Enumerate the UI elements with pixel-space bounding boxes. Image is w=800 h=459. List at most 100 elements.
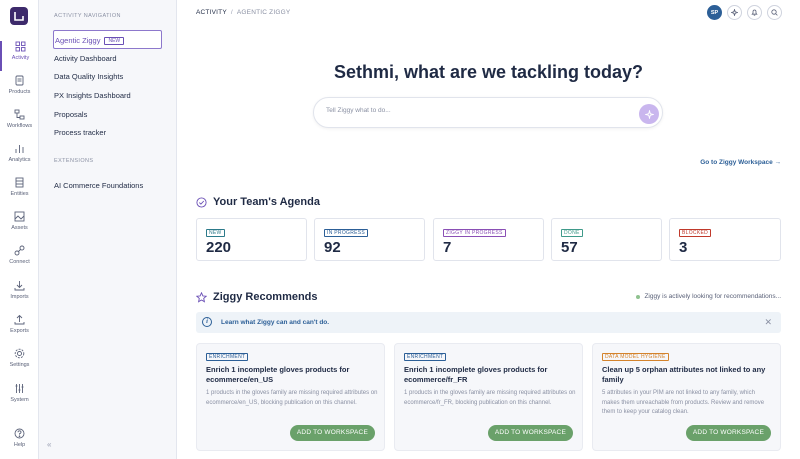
top-bar-actions: SP bbox=[707, 5, 782, 20]
star-icon bbox=[196, 291, 207, 303]
analytics-icon bbox=[15, 145, 24, 153]
stat-value: 7 bbox=[443, 239, 452, 256]
rail-item-workflows[interactable]: Workflows bbox=[0, 109, 39, 139]
rail-item-settings[interactable]: Settings bbox=[0, 348, 39, 378]
stat-card-new[interactable]: NEW 220 bbox=[196, 218, 307, 261]
sparkle-button[interactable] bbox=[727, 5, 742, 20]
stat-card-done[interactable]: DONE 57 bbox=[551, 218, 662, 261]
breadcrumb-activity[interactable]: ACTIVITY bbox=[196, 9, 227, 16]
nav-link-data-quality-insights[interactable]: Data Quality Insights bbox=[54, 72, 123, 81]
app-logo[interactable] bbox=[10, 7, 28, 25]
bell-icon bbox=[751, 9, 758, 16]
learn-ziggy-link[interactable]: Learn what Ziggy can and can't do. bbox=[221, 319, 329, 326]
rail-label: Help bbox=[13, 442, 26, 448]
add-to-workspace-button[interactable]: ADD TO WORKSPACE bbox=[487, 425, 573, 441]
card-title: Clean up 5 orphan attributes not linked … bbox=[602, 365, 766, 384]
nav-link-proposals[interactable]: Proposals bbox=[54, 110, 87, 119]
rail-label: Assets bbox=[11, 225, 28, 231]
rail-item-assets[interactable]: Assets bbox=[0, 211, 39, 241]
ziggy-prompt-box bbox=[313, 97, 663, 128]
rail-item-help[interactable]: Help bbox=[0, 428, 39, 458]
help-icon bbox=[14, 428, 25, 439]
info-icon: i bbox=[202, 317, 212, 327]
breadcrumb-separator: / bbox=[230, 9, 233, 16]
nav-link-activity-dashboard[interactable]: Activity Dashboard bbox=[54, 54, 117, 63]
new-badge: NEW bbox=[104, 37, 125, 45]
rail-item-imports[interactable]: Imports bbox=[0, 280, 39, 310]
nav-link-px-insights-dashboard[interactable]: PX Insights Dashboard bbox=[54, 91, 131, 100]
status-dot-icon bbox=[636, 294, 641, 299]
stat-value: 3 bbox=[679, 239, 688, 256]
stat-label: DONE bbox=[561, 229, 583, 237]
ziggy-prompt-input[interactable] bbox=[326, 107, 626, 114]
recommendation-card: DATA MODEL HYGIENE Clean up 5 orphan att… bbox=[592, 343, 781, 451]
rail-item-exports[interactable]: Exports bbox=[0, 314, 39, 344]
collapse-sidebar-button[interactable]: « bbox=[47, 440, 51, 449]
nav-link-ai-commerce-foundations[interactable]: AI Commerce Foundations bbox=[54, 181, 143, 190]
search-icon bbox=[771, 9, 778, 16]
section-title-activity-navigation: ACTIVITY NAVIGATION bbox=[54, 13, 121, 19]
agenda-title: Your Team's Agenda bbox=[213, 196, 320, 208]
rail-label: Analytics bbox=[8, 157, 31, 163]
sparkle-send-icon bbox=[644, 109, 654, 119]
stat-card-blocked[interactable]: BLOCKED 3 bbox=[669, 218, 781, 261]
close-banner-button[interactable]: ✕ bbox=[764, 317, 772, 327]
card-description: 1 products in the gloves family are miss… bbox=[206, 390, 378, 406]
recommend-header: Ziggy Recommends bbox=[196, 291, 318, 303]
card-description: 5 attributes in your PIM are not linked … bbox=[602, 390, 765, 415]
nav-link-agentic-ziggy[interactable]: Agentic Ziggy NEW bbox=[53, 30, 162, 49]
rail-label: System bbox=[10, 397, 29, 403]
entities-icon bbox=[15, 177, 24, 188]
ziggy-status: Ziggy is actively looking for recommenda… bbox=[636, 293, 781, 300]
breadcrumb-current: AGENTIC ZIGGY bbox=[236, 9, 291, 16]
grid-icon bbox=[15, 41, 26, 52]
recommendation-card: ENRICHMENT Enrich 1 incomplete gloves pr… bbox=[394, 343, 583, 451]
assets-icon bbox=[14, 211, 25, 222]
agenda-header: Your Team's Agenda bbox=[196, 196, 320, 208]
rail-item-analytics[interactable]: Analytics bbox=[0, 143, 39, 173]
check-circle-icon bbox=[196, 196, 207, 208]
section-title-extensions: EXTENSIONS bbox=[54, 158, 94, 164]
add-to-workspace-button[interactable]: ADD TO WORKSPACE bbox=[289, 425, 375, 441]
nav-link-process-tracker[interactable]: Process tracker bbox=[54, 128, 106, 137]
send-prompt-button[interactable] bbox=[639, 104, 659, 124]
rail-label: Workflows bbox=[6, 123, 33, 129]
stat-label: IN PROGRESS bbox=[324, 229, 369, 237]
logo-mark-icon bbox=[14, 12, 24, 21]
card-tag: DATA MODEL HYGIENE bbox=[602, 353, 669, 361]
settings-icon bbox=[14, 348, 25, 359]
nav-link-label: Agentic Ziggy bbox=[55, 36, 101, 45]
stat-value: 220 bbox=[206, 239, 232, 256]
rail-item-entities[interactable]: Entities bbox=[0, 177, 39, 207]
main-content: ACTIVITY / AGENTIC ZIGGY SP Sethmi, what a… bbox=[177, 0, 800, 459]
rail-label: Settings bbox=[9, 362, 30, 368]
stat-card-ziggy-in-progress[interactable]: ZIGGY IN PROGRESS 7 bbox=[433, 218, 544, 261]
icon-rail: Activity Products Workflows Analytics En… bbox=[0, 0, 39, 459]
recommend-title: Ziggy Recommends bbox=[213, 291, 318, 303]
stat-card-in-progress[interactable]: IN PROGRESS 92 bbox=[314, 218, 425, 261]
rail-label: Imports bbox=[10, 294, 29, 300]
rail-item-activity[interactable]: Activity bbox=[0, 41, 39, 71]
ziggy-status-text: Ziggy is actively looking for recommenda… bbox=[644, 293, 781, 300]
exports-icon bbox=[14, 314, 25, 325]
secondary-nav: ACTIVITY NAVIGATION Agentic Ziggy NEW Act… bbox=[39, 0, 177, 459]
stat-label: ZIGGY IN PROGRESS bbox=[443, 229, 506, 237]
go-to-ziggy-workspace-link[interactable]: Go to Ziggy Workspace → bbox=[700, 159, 781, 166]
stat-label: NEW bbox=[206, 229, 225, 237]
products-icon bbox=[15, 75, 24, 86]
notifications-button[interactable] bbox=[747, 5, 762, 20]
sparkle-icon bbox=[731, 9, 738, 16]
rail-label: Exports bbox=[10, 328, 29, 334]
imports-icon bbox=[14, 281, 25, 291]
workflows-icon bbox=[14, 109, 25, 120]
search-button[interactable] bbox=[767, 5, 782, 20]
add-to-workspace-button[interactable]: ADD TO WORKSPACE bbox=[685, 425, 771, 441]
user-avatar[interactable]: SP bbox=[707, 5, 722, 20]
rail-item-connect[interactable]: Connect bbox=[0, 245, 39, 275]
rail-item-products[interactable]: Products bbox=[0, 75, 39, 105]
connect-icon bbox=[14, 245, 25, 256]
rail-item-system[interactable]: System bbox=[0, 383, 39, 413]
rail-label: Connect bbox=[9, 259, 30, 265]
rail-label: Activity bbox=[11, 55, 30, 61]
stat-value: 57 bbox=[561, 239, 578, 256]
